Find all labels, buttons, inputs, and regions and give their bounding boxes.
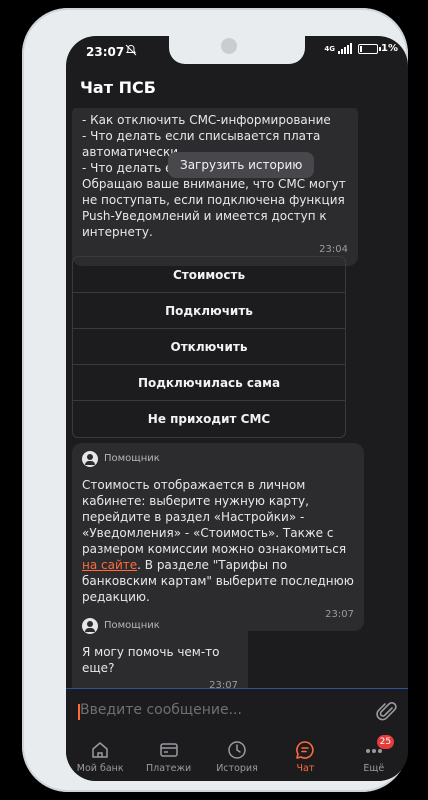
home-icon <box>92 742 108 758</box>
clock-icon <box>228 741 246 759</box>
chat-icon <box>296 741 315 759</box>
message-time: 23:07 <box>209 680 238 688</box>
assistant-message: Помощник Я могу помочь чем-то еще? 23:07 <box>72 610 248 688</box>
message-sender: Помощник <box>82 451 354 467</box>
quick-replies: Стоимость Подключить Отключить Подключил… <box>72 256 346 438</box>
avatar <box>82 451 98 467</box>
nav-item-history[interactable]: История <box>203 734 271 781</box>
notification-badge: 25 <box>376 735 395 749</box>
site-link[interactable]: на сайте <box>82 558 137 572</box>
message-input[interactable]: Введите сообщение... <box>80 702 242 718</box>
attach-icon[interactable] <box>376 699 398 723</box>
chat-header: Чат ПСБ <box>66 66 408 108</box>
message-input-bar: Введите сообщение... <box>66 688 408 734</box>
chat-messages[interactable]: - Как отключить СМС-информирование - Что… <box>66 108 408 688</box>
bell-muted-icon <box>125 44 137 56</box>
status-bar: 23:07 4G 1% <box>66 36 408 66</box>
nav-label: Мой банк <box>76 763 124 774</box>
nav-item-payments[interactable]: Платежи <box>134 734 202 781</box>
nav-item-chat[interactable]: Чат <box>271 734 339 781</box>
nav-label: Ещё <box>363 763 385 774</box>
status-time: 23:07 <box>86 45 125 59</box>
assistant-message: Помощник Стоимость отображается в личном… <box>72 443 364 631</box>
message-text-part: Стоимость отображается в личном кабинете… <box>82 478 347 556</box>
quick-reply-no-sms[interactable]: Не приходит СМС <box>73 401 345 437</box>
bottom-nav: Мой банк Платежи История Чат 25 Ещё <box>66 734 408 781</box>
message-bubble: - Как отключить СМС-информирование - Что… <box>72 108 358 266</box>
nav-item-my-bank[interactable]: Мой банк <box>66 734 134 781</box>
network-label: 4G <box>324 44 336 53</box>
app-screen: 23:07 4G 1% Чат ПСБ - Как отключить СМС-… <box>66 36 408 781</box>
nav-item-more[interactable]: 25 Ещё <box>340 734 408 781</box>
avatar <box>82 618 98 634</box>
status-right: 4G 1% <box>324 43 398 54</box>
message-text: Стоимость отображается в личном кабинете… <box>82 477 354 605</box>
battery-icon <box>358 43 382 54</box>
sender-name: Помощник <box>104 620 160 631</box>
page-title: Чат ПСБ <box>80 78 156 97</box>
message-text: Я могу помочь чем-то еще? <box>82 645 220 675</box>
sender-name: Помощник <box>104 453 160 464</box>
quick-reply-self-connected[interactable]: Подключилась сама <box>73 365 345 401</box>
nav-label: Платежи <box>146 763 192 774</box>
quick-reply-cost[interactable]: Стоимость <box>73 257 345 293</box>
quick-reply-disconnect[interactable]: Отключить <box>73 329 345 365</box>
phone-frame: 23:07 4G 1% Чат ПСБ - Как отключить СМС-… <box>22 8 408 792</box>
wallet-icon <box>159 743 178 757</box>
nav-label: История <box>216 763 258 774</box>
nav-label: Чат <box>296 763 315 774</box>
message-sender: Помощник <box>82 618 238 634</box>
signal-icon <box>338 43 353 54</box>
battery-label: 1% <box>381 43 398 54</box>
quick-reply-connect[interactable]: Подключить <box>73 293 345 329</box>
load-history-button[interactable]: Загрузить историю <box>168 152 315 178</box>
